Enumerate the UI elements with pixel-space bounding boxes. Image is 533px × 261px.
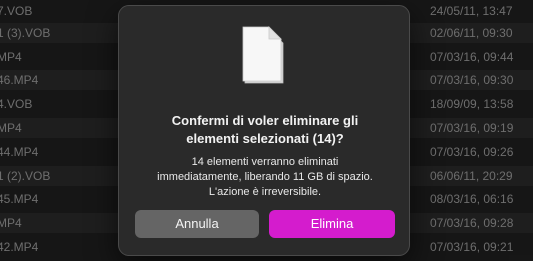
dialog-message-line: immediatamente, liberando 11 GB di spazi… bbox=[157, 171, 373, 183]
dialog-title: Confermi di voler eliminare gli elementi… bbox=[129, 112, 401, 148]
dialog-title-line: Confermi di voler eliminare gli bbox=[171, 113, 359, 128]
document-icon bbox=[242, 26, 284, 84]
cancel-button[interactable]: Annulla bbox=[135, 210, 259, 238]
delete-button[interactable]: Elimina bbox=[269, 210, 395, 238]
delete-confirmation-dialog: Confermi di voler eliminare gli elementi… bbox=[118, 5, 410, 256]
dialog-title-line: elementi selezionati (14)? bbox=[186, 131, 344, 146]
dialog-message-line: 14 elementi verranno eliminati bbox=[191, 156, 339, 168]
dialog-message: 14 elementi verranno eliminati immediata… bbox=[129, 155, 401, 200]
dialog-message-line: L'azione è irreversibile. bbox=[208, 186, 322, 198]
